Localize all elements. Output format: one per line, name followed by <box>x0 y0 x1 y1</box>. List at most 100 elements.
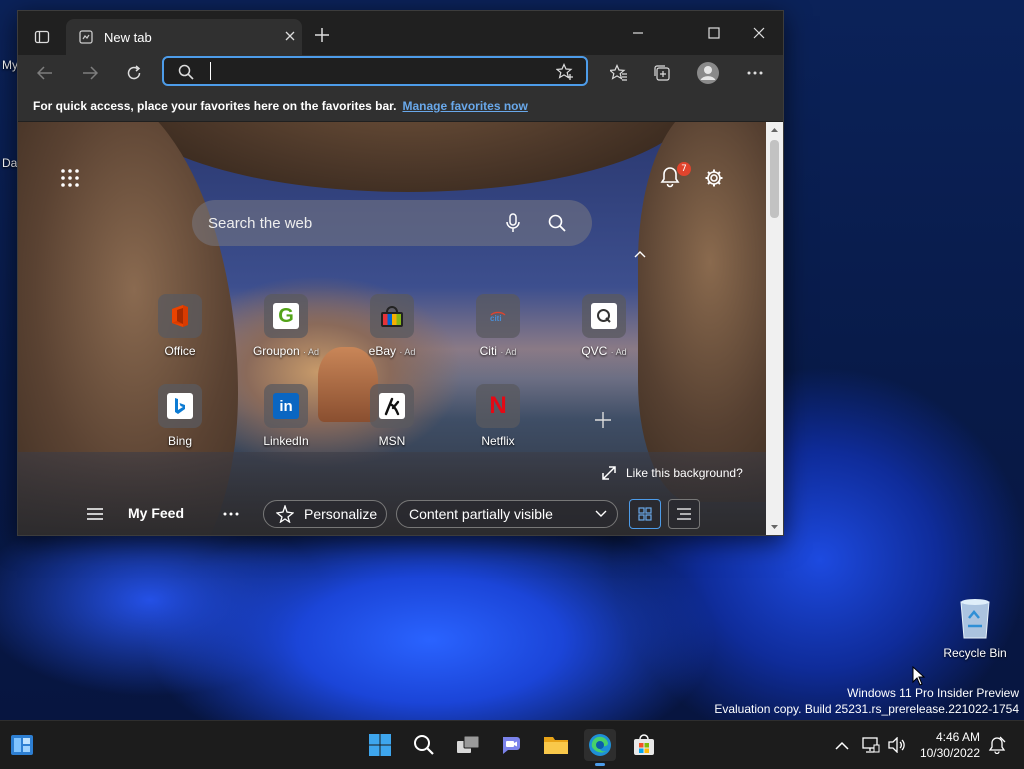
notifications-button[interactable]: 7 <box>656 162 691 192</box>
grid-view-button[interactable] <box>629 499 661 529</box>
quick-link-qvc[interactable]: QVC · Ad <box>554 294 654 358</box>
recycle-bin-desktop-icon[interactable]: Recycle Bin <box>940 596 1010 660</box>
mouse-cursor-icon <box>912 666 926 686</box>
chevron-up-icon <box>835 741 849 750</box>
list-view-icon <box>677 508 691 520</box>
quick-link-groupon[interactable]: G Groupon · Ad <box>236 294 336 358</box>
speaker-volume-icon <box>888 737 905 753</box>
avatar-icon <box>697 62 719 84</box>
maximize-icon <box>708 27 720 39</box>
scroll-up-arrow-icon[interactable] <box>766 124 783 136</box>
personalize-label: Personalize <box>304 506 378 522</box>
ebay-icon <box>379 303 405 329</box>
quick-link-bing[interactable]: Bing <box>130 384 230 448</box>
page-settings-button[interactable] <box>700 164 728 192</box>
quick-link-tile <box>582 294 626 338</box>
new-tab-button[interactable] <box>310 23 334 47</box>
taskbar: 4:46 AM 10/30/2022 <box>0 720 1024 769</box>
collapse-quick-links-button[interactable] <box>630 244 650 264</box>
settings-and-more-button[interactable] <box>740 61 770 85</box>
quick-link-office[interactable]: Office <box>130 294 230 358</box>
favorites-button[interactable] <box>606 61 632 85</box>
address-input[interactable] <box>210 62 211 80</box>
web-search-box[interactable]: Search the web <box>192 200 592 246</box>
address-bar[interactable] <box>162 56 588 86</box>
recycle-bin-icon <box>960 599 990 639</box>
close-icon <box>753 27 765 39</box>
navigation-toolbar <box>18 55 783 91</box>
scrollbar-thumb[interactable] <box>770 140 779 218</box>
desktop-icon-partial-1[interactable]: My <box>2 58 18 72</box>
start-button[interactable] <box>364 729 396 761</box>
network-button[interactable] <box>858 729 884 761</box>
active-app-indicator <box>595 763 605 766</box>
close-window-button[interactable] <box>743 19 775 47</box>
feed-menu-button[interactable] <box>84 504 106 524</box>
quick-link-netflix[interactable]: N Netflix <box>448 384 548 448</box>
widgets-button[interactable] <box>6 729 38 761</box>
watermark-line-1: Windows 11 Pro Insider Preview <box>847 686 1019 700</box>
app-launcher-button[interactable] <box>56 164 84 192</box>
feed-toolbar: My Feed Personalize Content partially vi… <box>18 490 766 535</box>
plus-icon <box>595 412 611 428</box>
add-favorite-icon[interactable] <box>556 63 574 81</box>
groupon-icon: G <box>273 303 299 329</box>
quick-link-name: Citi <box>479 344 497 358</box>
add-quick-link-button[interactable] <box>592 409 614 431</box>
taskbar-search-button[interactable] <box>408 729 440 761</box>
tab-new-tab[interactable]: New tab <box>66 19 302 55</box>
microphone-icon[interactable] <box>506 213 520 233</box>
close-tab-button[interactable] <box>278 29 302 45</box>
chat-button[interactable] <box>496 729 528 761</box>
page-scrollbar[interactable] <box>766 122 783 535</box>
quick-link-name: MSN <box>378 434 406 448</box>
minimize-button[interactable] <box>622 19 654 47</box>
microsoft-store-button[interactable] <box>628 729 660 761</box>
collections-button[interactable] <box>649 61 675 85</box>
search-icon <box>414 735 434 755</box>
personalize-button[interactable]: Personalize <box>263 500 387 528</box>
search-icon[interactable] <box>548 214 566 232</box>
feed-title[interactable]: My Feed <box>128 505 184 521</box>
quick-link-linkedin[interactable]: in LinkedIn <box>236 384 336 448</box>
office-icon <box>167 303 193 329</box>
manage-favorites-link[interactable]: Manage favorites now <box>402 99 527 113</box>
clock-time: 4:46 AM <box>935 730 980 744</box>
edge-taskbar-button[interactable] <box>584 729 616 766</box>
forward-button[interactable] <box>77 61 103 85</box>
profile-button[interactable] <box>694 59 722 87</box>
quick-link-name: LinkedIn <box>263 434 309 448</box>
tab-actions-button[interactable] <box>30 25 54 49</box>
feed-more-button[interactable] <box>220 504 242 524</box>
more-horizontal-icon <box>747 71 763 75</box>
search-icon <box>178 64 194 80</box>
gear-icon <box>705 169 723 187</box>
favorites-bar: For quick access, place your favorites h… <box>18 91 783 121</box>
refresh-button[interactable] <box>121 61 147 85</box>
content-visibility-select[interactable]: Content partially visible <box>396 500 618 528</box>
refresh-icon <box>127 65 141 80</box>
notification-center-button[interactable] <box>984 729 1010 761</box>
taskbar-clock[interactable]: 4:46 AM 10/30/2022 <box>920 729 980 761</box>
desktop-icon-partial-2[interactable]: Da <box>2 156 17 170</box>
more-horizontal-icon <box>223 512 239 516</box>
svg-text:citi: citi <box>490 314 502 322</box>
quick-link-citi[interactable]: citi Citi · Ad <box>448 294 548 358</box>
quick-link-ebay[interactable]: eBay · Ad <box>342 294 442 358</box>
volume-button[interactable] <box>884 729 910 761</box>
task-view-button[interactable] <box>452 729 484 761</box>
clock-date: 10/30/2022 <box>919 746 980 760</box>
favorites-bar-message: For quick access, place your favorites h… <box>33 99 397 113</box>
back-button[interactable] <box>32 61 58 85</box>
maximize-button[interactable] <box>698 19 730 47</box>
show-hidden-icons-button[interactable] <box>828 729 856 761</box>
bing-icon <box>167 393 193 419</box>
content-visibility-value: Content partially visible <box>409 506 553 522</box>
like-background-button[interactable]: Like this background? <box>602 466 743 480</box>
list-view-button[interactable] <box>668 499 700 529</box>
grid-view-icon <box>638 507 652 521</box>
scroll-down-arrow-icon[interactable] <box>766 521 783 533</box>
file-explorer-button[interactable] <box>540 729 572 761</box>
store-bag-icon <box>634 734 654 755</box>
quick-link-msn[interactable]: MSN <box>342 384 442 448</box>
